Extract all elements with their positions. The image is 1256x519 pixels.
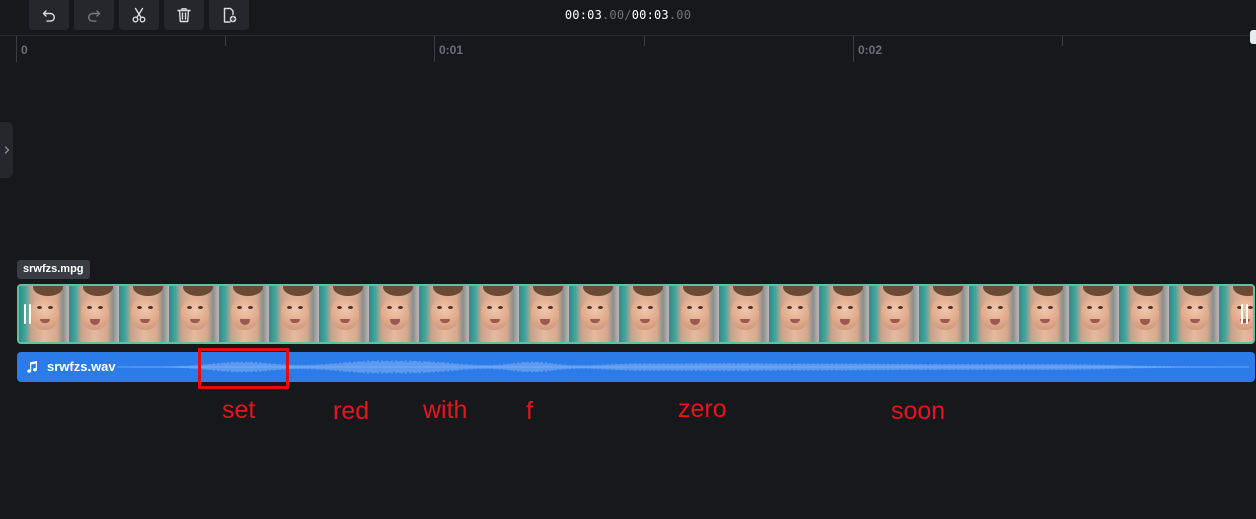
video-frame-thumbnail [1119, 286, 1169, 342]
panel-toggle[interactable] [0, 122, 13, 178]
current-time: 00:03 [564, 8, 602, 22]
trim-handle-right[interactable] [1241, 304, 1248, 324]
ruler-label: 0:02 [858, 43, 883, 57]
video-frame-thumbnail [1019, 286, 1069, 342]
audio-clip-name: srwfzs.wav [47, 359, 116, 374]
ruler-tick [434, 36, 435, 62]
video-editor: 00:03.00/00:03.00 0 0:01 0:02 srwfzs.mpg… [0, 0, 1256, 519]
video-frame-thumbnail [1219, 286, 1253, 342]
video-frame-thumbnail [219, 286, 269, 342]
video-frame-thumbnail [519, 286, 569, 342]
highlight-box [198, 348, 289, 389]
playback-time: 00:03.00/00:03.00 [0, 8, 1256, 22]
ruler-tick [16, 36, 17, 62]
video-thumbnails [19, 286, 1253, 342]
video-frame-thumbnail [669, 286, 719, 342]
video-frame-thumbnail [419, 286, 469, 342]
video-frame-thumbnail [269, 286, 319, 342]
video-frame-thumbnail [619, 286, 669, 342]
timeline-ruler[interactable]: 0 0:01 0:02 [0, 36, 1256, 64]
ruler-tick [853, 36, 854, 62]
time-separator: / [624, 8, 632, 22]
video-frame-thumbnail [769, 286, 819, 342]
word-label: soon [891, 397, 946, 425]
ruler-label: 0 [21, 43, 28, 57]
video-frame-thumbnail [919, 286, 969, 342]
video-frame-thumbnail [1069, 286, 1119, 342]
total-time-ms: .00 [668, 8, 692, 22]
video-frame-thumbnail [469, 286, 519, 342]
video-frame-thumbnail [569, 286, 619, 342]
chevron-right-icon [4, 146, 9, 154]
current-time-ms: .00 [602, 8, 625, 22]
toolbar: 00:03.00/00:03.00 [0, 0, 1256, 36]
word-label: with [423, 396, 468, 424]
ruler-tick [225, 36, 226, 46]
ruler-tick [1062, 36, 1063, 46]
total-time: 00:03 [631, 8, 669, 22]
trim-handle-left[interactable] [24, 304, 31, 324]
video-frame-thumbnail [719, 286, 769, 342]
ruler-tick [644, 36, 645, 46]
video-clip-name: srwfzs.mpg [17, 260, 90, 279]
video-frame-thumbnail [69, 286, 119, 342]
video-frame-thumbnail [119, 286, 169, 342]
video-frame-thumbnail [819, 286, 869, 342]
word-label: f [526, 397, 533, 425]
video-frame-thumbnail [1169, 286, 1219, 342]
video-track[interactable] [17, 284, 1255, 344]
video-frame-thumbnail [969, 286, 1019, 342]
word-label: zero [678, 395, 727, 423]
music-note-icon [27, 361, 38, 373]
video-frame-thumbnail [369, 286, 419, 342]
video-frame-thumbnail [319, 286, 369, 342]
word-label: set [222, 396, 256, 424]
video-frame-thumbnail [869, 286, 919, 342]
video-frame-thumbnail [169, 286, 219, 342]
word-label: red [333, 397, 370, 425]
ruler-label: 0:01 [439, 43, 464, 57]
